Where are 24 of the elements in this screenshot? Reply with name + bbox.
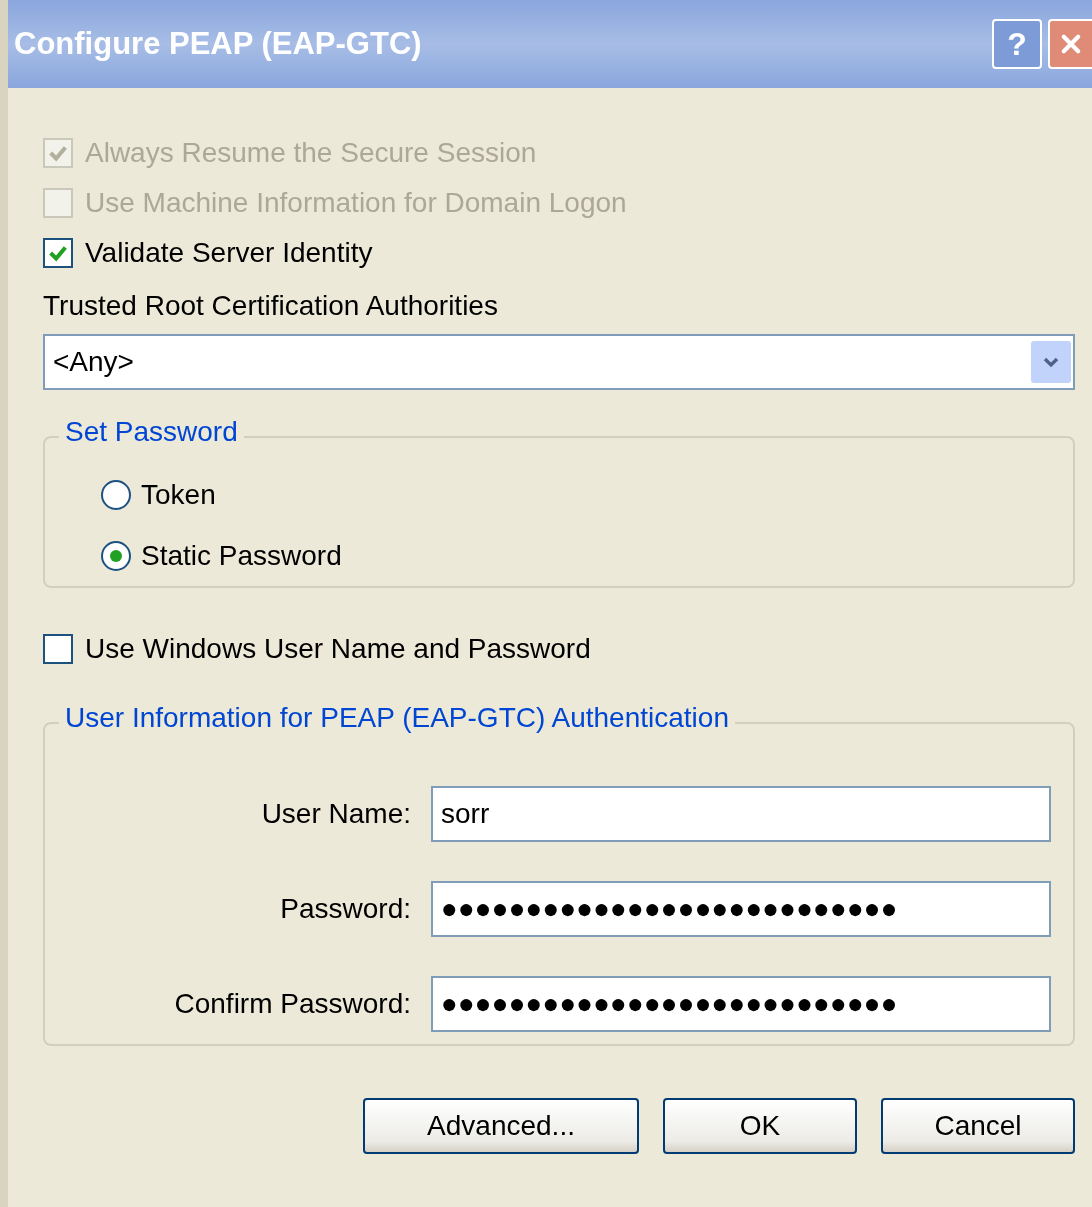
close-icon[interactable] — [1059, 32, 1083, 56]
field-label: Confirm Password: — [173, 987, 412, 1020]
checkbox-label: Validate Server Identity — [85, 237, 373, 269]
radio-label: Static Password — [141, 539, 342, 572]
input-field[interactable]: ●●●●●●●●●●●●●●●●●●●●●●●●●●● — [431, 975, 1051, 1032]
radio-button[interactable] — [101, 479, 131, 510]
dialog-button[interactable]: Cancel — [881, 1098, 1075, 1154]
checkbox[interactable] — [43, 238, 73, 268]
window-title: Configure PEAP (EAP-GTC) — [14, 26, 422, 62]
input-field[interactable]: sorr — [431, 785, 1051, 842]
dialog-button[interactable]: Advanced... — [363, 1098, 639, 1154]
field-label: Trusted Root Certification Authorities — [43, 289, 499, 323]
dropdown[interactable]: <Any> — [43, 334, 1075, 390]
checkbox-label: Use Windows User Name and Password — [85, 633, 591, 665]
field-label: Password: — [279, 892, 412, 925]
dialog-button[interactable]: OK — [663, 1098, 857, 1154]
checkbox[interactable] — [43, 634, 73, 664]
checkbox-label: Use Machine Information for Domain Logon — [85, 187, 627, 219]
field-label: User Name: — [260, 797, 412, 830]
radio-label: Token — [141, 478, 216, 511]
input-field[interactable]: ●●●●●●●●●●●●●●●●●●●●●●●●●●● — [431, 880, 1051, 937]
close-button[interactable] — [1048, 19, 1092, 69]
radio-button[interactable] — [101, 540, 131, 571]
checkbox-label: Always Resume the Secure Session — [85, 137, 537, 169]
